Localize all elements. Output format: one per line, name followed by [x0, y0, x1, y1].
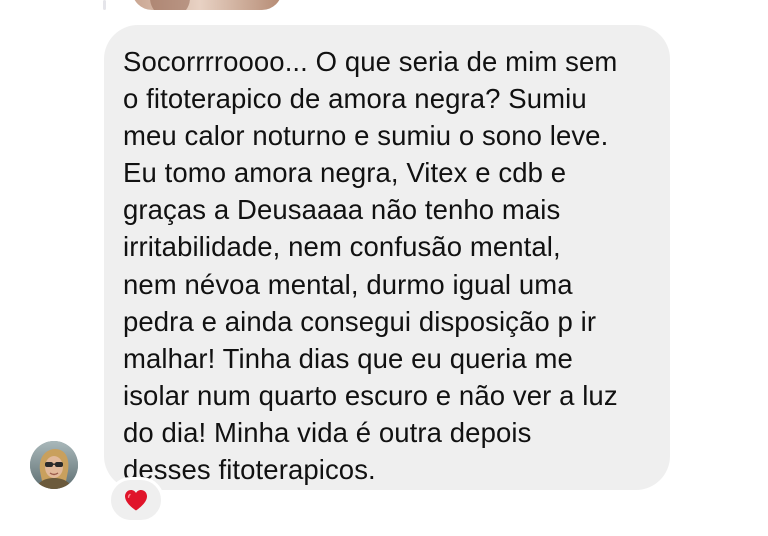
message-text-line: isolar num quarto escuro e não ver a luz — [123, 379, 618, 411]
message-text-line: Socorrrroooo... O que seria de mim sem — [123, 46, 618, 77]
message-bubble[interactable]: Socorrrroooo... O que seria de mim sem o… — [104, 25, 670, 490]
message-text-line: desses fitoterapicos. — [123, 454, 376, 486]
message-text-line: nem névoa mental, durmo igual uma — [123, 268, 573, 300]
message-text-line: Eu tomo amora negra, Vitex e cdb e — [123, 157, 567, 189]
message-text-line: irritabilidade, nem confusão mental, — [123, 231, 561, 263]
previous-photo-attachment[interactable] — [132, 0, 282, 10]
thread-connector-line — [103, 0, 106, 10]
message-text-line: meu calor noturno e sumiu o sono leve. — [123, 120, 609, 152]
message-text-line: malhar! Tinha dias que eu queria me — [123, 342, 573, 374]
profile-photo-icon — [30, 441, 78, 489]
reaction-badge[interactable] — [108, 477, 164, 523]
sender-avatar[interactable] — [30, 441, 78, 489]
message-text-line: pedra e ainda consegui disposição p ir — [123, 305, 597, 337]
red-heart-icon — [125, 490, 147, 511]
message-text-line: graças a Deusaaaa não tenho mais — [123, 194, 561, 226]
message-text-line: do dia! Minha vida é outra depois — [123, 416, 532, 448]
message-text-line: o fitoterapico de amora negra? Sumiu — [123, 83, 587, 115]
